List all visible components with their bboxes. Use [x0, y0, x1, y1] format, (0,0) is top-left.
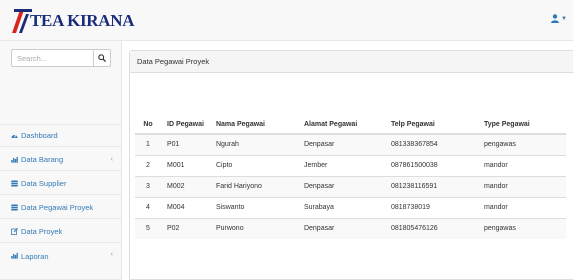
cell-type: mandor: [477, 196, 566, 218]
chevron-left-icon: ‹: [110, 251, 113, 258]
cell-nama: Ngurah: [209, 133, 298, 155]
cell-nama: Farid Hariyono: [209, 175, 298, 197]
panel-title: Data Pegawai Proyek: [137, 57, 210, 66]
cell-id: P01: [161, 133, 210, 155]
bar-chart-icon: [11, 156, 18, 163]
cell-no: 1: [135, 133, 161, 155]
dashboard-icon: [11, 132, 18, 139]
sidebar-item-label: Dashboard: [21, 131, 58, 140]
cell-id: M001: [161, 154, 210, 176]
table-row: 5 P02 Purwono Denpasar 081805476126 peng…: [135, 217, 566, 239]
cell-nama: Purwono: [209, 217, 298, 239]
cell-no: 5: [135, 217, 161, 239]
cell-telp: 081338367854: [384, 133, 478, 155]
cell-no: 2: [135, 154, 161, 176]
sidebar-item-data-pegawai-proyek[interactable]: Data Pegawai Proyek: [0, 196, 121, 219]
search-icon: [98, 54, 106, 62]
cell-id: M002: [161, 175, 210, 197]
sidebar-item-data-barang[interactable]: Data Barang ‹: [0, 148, 121, 171]
sidebar-item-label: Laporan: [21, 252, 49, 261]
sidebar-item-label: Data Pegawai Proyek: [21, 202, 94, 212]
cell-id: P02: [161, 217, 210, 239]
search-input[interactable]: [11, 49, 93, 67]
cell-alamat: Surabaya: [297, 196, 385, 218]
column-header-telp: Telp Pegawai: [384, 116, 478, 135]
sidebar-item-label: Data Supplier: [21, 178, 67, 188]
cell-telp: 087861500038: [384, 154, 478, 176]
sidebar-item-label: Data Barang: [21, 154, 64, 164]
brand-name: TEA KIRANA: [30, 11, 135, 30]
column-header-nama: Nama Pegawai: [209, 116, 298, 135]
column-header-type: Type Pegawai: [477, 116, 566, 135]
column-header-no: No: [135, 116, 161, 135]
cell-alamat: Denpasar: [297, 133, 385, 155]
cell-nama: Siswanto: [209, 196, 298, 218]
cell-alamat: Denpasar: [297, 217, 385, 239]
sidebar-item-laporan[interactable]: Laporan ‹: [0, 244, 121, 280]
cell-nama: Cipto: [209, 154, 298, 176]
cell-alamat: Denpasar: [297, 175, 385, 197]
sidebar-item-data-proyek[interactable]: Data Proyek: [0, 220, 121, 243]
cell-type: pengawas: [477, 217, 566, 239]
cell-telp: 081238116591: [384, 175, 478, 197]
cell-type: mandor: [477, 175, 566, 197]
sidebar-item-dashboard[interactable]: Dashboard: [0, 124, 121, 147]
sidebar-item-data-supplier[interactable]: Data Supplier: [0, 172, 121, 195]
table-icon: [11, 180, 18, 187]
brand-logo-link[interactable]: TEA KIRANA: [11, 8, 135, 34]
table-icon: [11, 204, 18, 211]
table-row: 2 M001 Cipto Jember 087861500038 mandor: [135, 154, 566, 176]
sidebar-search: [11, 49, 111, 67]
table-row: 3 M002 Farid Hariyono Denpasar 081238116…: [135, 175, 566, 197]
column-header-id: ID Pegawai: [161, 116, 210, 135]
chevron-left-icon: ‹: [110, 155, 113, 163]
table-row: 1 P01 Ngurah Denpasar 081338367854 penga…: [135, 133, 566, 155]
cell-type: mandor: [477, 154, 566, 176]
top-navbar: TEA KIRANA ▼: [0, 0, 573, 41]
table-row: 4 M004 Siswanto Surabaya 0818738019 mand…: [135, 196, 566, 218]
cell-id: M004: [161, 196, 210, 218]
cell-type: pengawas: [477, 133, 566, 155]
cell-telp: 0818738019: [384, 196, 478, 218]
panel-heading: Data Pegawai Proyek: [130, 51, 573, 73]
table-header-row: No ID Pegawai Nama Pegawai Alamat Pegawa…: [135, 116, 566, 135]
cell-no: 3: [135, 175, 161, 197]
sidebar-item-label: Data Proyek: [21, 226, 63, 236]
cell-telp: 081805476126: [384, 217, 478, 239]
search-button[interactable]: [93, 49, 111, 67]
caret-down-icon: ▼: [561, 15, 567, 22]
cell-no: 4: [135, 196, 161, 218]
pegawai-table: No ID Pegawai Nama Pegawai Alamat Pegawa…: [135, 116, 566, 239]
column-header-alamat: Alamat Pegawai: [297, 116, 385, 135]
bar-chart-icon: [11, 252, 18, 259]
user-menu-dropdown[interactable]: ▼: [551, 14, 567, 23]
edit-icon: [11, 227, 18, 235]
user-icon: [551, 14, 560, 23]
cell-alamat: Jember: [297, 154, 385, 176]
